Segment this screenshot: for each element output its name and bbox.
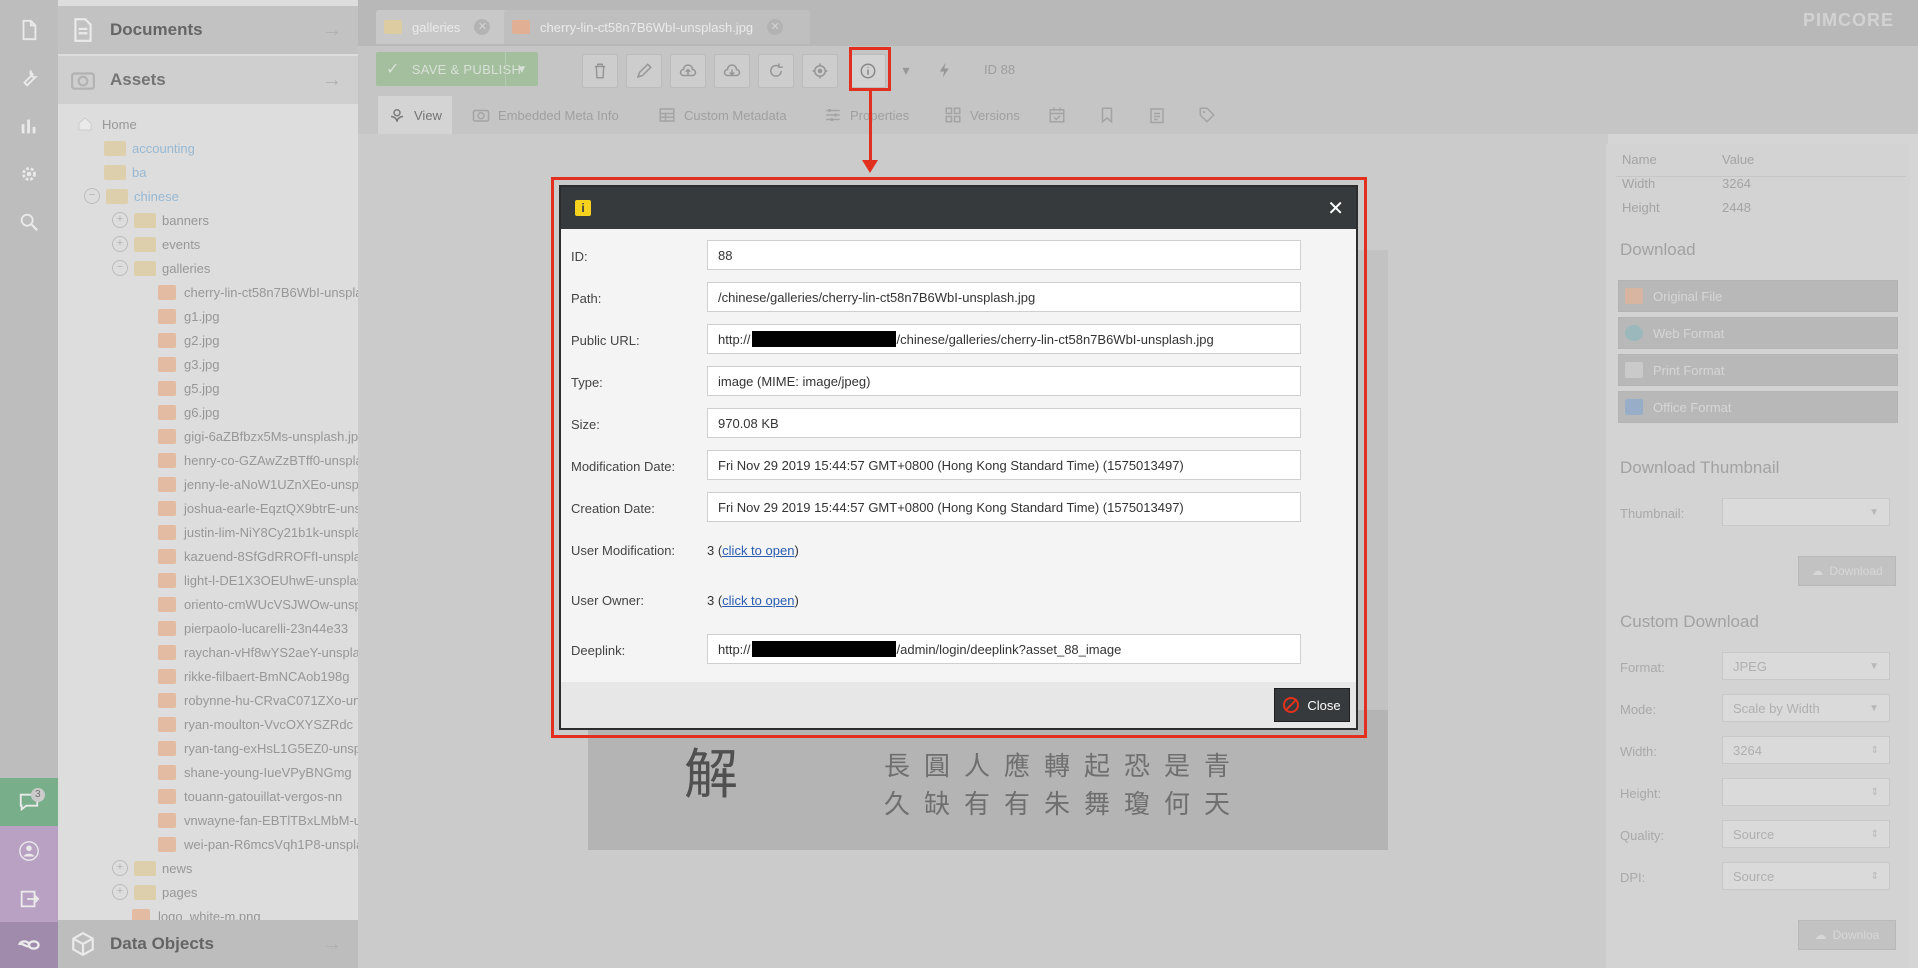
redaction-bar [751, 641, 896, 657]
creation-date-field[interactable]: Fri Nov 29 2019 15:44:57 GMT+0800 (Hong … [707, 492, 1301, 522]
close-icon[interactable]: ✕ [1327, 196, 1344, 221]
public-url-field[interactable]: http:///chinese/galleries/cherry-lin-ct5… [707, 324, 1301, 354]
user-modification-label: User Modification: [571, 543, 676, 558]
path-label: Path: [571, 291, 602, 306]
dialog-footer: Close [561, 682, 1356, 728]
id-field[interactable]: 88 [707, 240, 1301, 270]
size-field[interactable]: 970.08 KB [707, 408, 1301, 438]
path-field[interactable]: /chinese/galleries/cherry-lin-ct58n7B6Wb… [707, 282, 1301, 312]
user-owner-label: User Owner: [571, 593, 644, 608]
highlight-box [849, 47, 891, 91]
creation-date-label: Creation Date: [571, 501, 655, 516]
user-modification-value: 3 (click to open) [707, 543, 799, 558]
deeplink-label: Deeplink: [571, 643, 626, 658]
close-button[interactable]: Close [1274, 688, 1350, 722]
type-label: Type: [571, 375, 603, 390]
type-field[interactable]: image (MIME: image/jpeg) [707, 366, 1301, 396]
annotation-arrow [869, 91, 872, 163]
open-user-link[interactable]: click to open [722, 543, 794, 558]
deeplink-field[interactable]: http:///admin/login/deeplink?asset_88_im… [707, 634, 1301, 664]
public-url-label: Public URL: [571, 333, 640, 348]
info-icon: i [575, 200, 591, 216]
size-label: Size: [571, 417, 600, 432]
cancel-icon [1283, 697, 1300, 713]
arrow-head-icon [862, 160, 878, 173]
id-label: ID: [571, 249, 588, 264]
modification-date-field[interactable]: Fri Nov 29 2019 15:44:57 GMT+0800 (Hong … [707, 450, 1301, 480]
user-owner-value: 3 (click to open) [707, 593, 799, 608]
modification-date-label: Modification Date: [571, 459, 676, 474]
dialog-header: i ✕ [561, 187, 1356, 229]
redaction-bar [751, 331, 896, 347]
asset-info-dialog: i ✕ ID: 88 Path: /chinese/galleries/cher… [559, 185, 1358, 730]
open-owner-link[interactable]: click to open [722, 593, 794, 608]
